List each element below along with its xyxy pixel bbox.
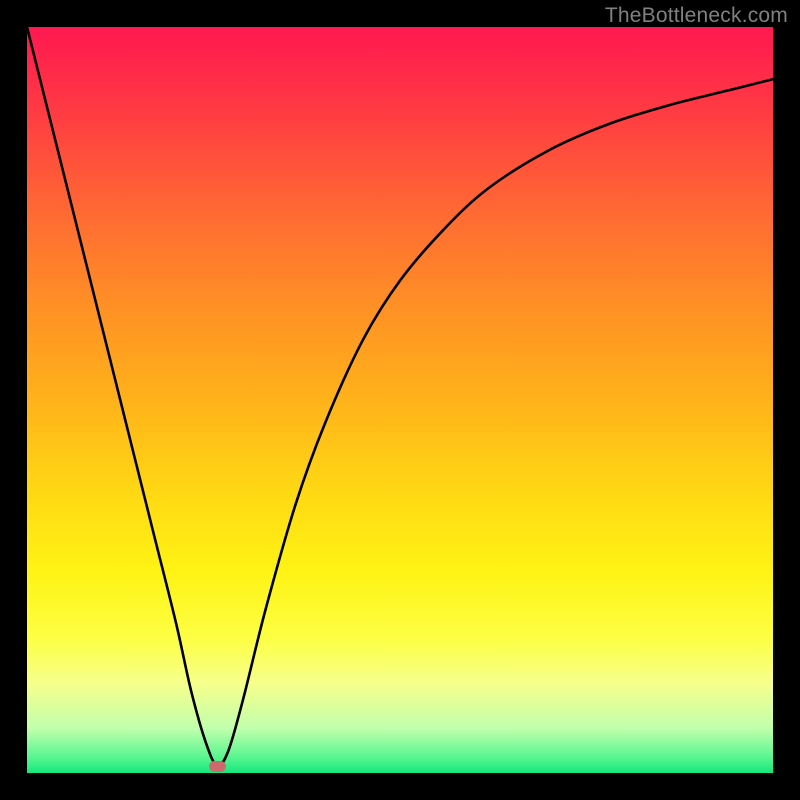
bottleneck-curve [27,27,773,773]
chart-plot-area [27,27,773,773]
optimal-point-marker [209,761,226,772]
watermark-text: TheBottleneck.com [605,4,788,28]
